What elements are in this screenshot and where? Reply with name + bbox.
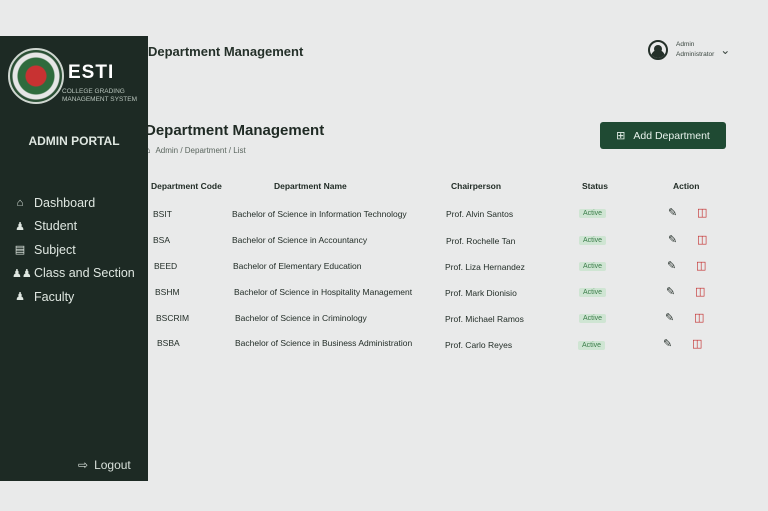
edit-icon[interactable]: ✎ bbox=[665, 311, 674, 324]
trash-icon[interactable]: ◫ bbox=[697, 233, 707, 246]
trash-icon[interactable]: ◫ bbox=[695, 285, 705, 298]
sidebar-item-dashboard[interactable]: ⌂ Dashboard bbox=[12, 191, 148, 215]
screen: ESTI College Grading Management System A… bbox=[0, 0, 768, 511]
header-department-name: Department Name bbox=[274, 181, 347, 191]
cell-chairperson: Prof. Michael Ramos bbox=[445, 314, 524, 324]
brand: ESTI College Grading Management System bbox=[6, 44, 146, 114]
edit-icon[interactable]: ✎ bbox=[666, 285, 675, 298]
cell-chairperson: Prof. Carlo Reyes bbox=[445, 340, 513, 350]
student-icon: ♟ bbox=[15, 220, 25, 233]
status-badge: Active bbox=[579, 288, 607, 297]
home-icon: ⌂ bbox=[16, 196, 24, 209]
status-badge: Active bbox=[578, 341, 606, 350]
sidebar-item-class-and-section[interactable]: ♟♟ Class and Section bbox=[12, 262, 148, 286]
edit-icon[interactable]: ✎ bbox=[667, 259, 676, 272]
sidebar-item-label: Subject bbox=[34, 242, 76, 257]
trash-icon[interactable]: ◫ bbox=[692, 337, 702, 350]
cell-chairperson: Prof. Alvin Santos bbox=[446, 209, 514, 219]
sidebar-item-student[interactable]: ♟ Student bbox=[12, 215, 148, 239]
logout-icon: ⇨ bbox=[78, 458, 89, 472]
edit-icon[interactable]: ✎ bbox=[663, 337, 672, 350]
sidebar-item-label: Class and Section bbox=[34, 266, 135, 281]
cell-code: BEED bbox=[154, 261, 178, 271]
cell-code: BSIT bbox=[153, 209, 172, 219]
portal-label: ADMIN PORTAL bbox=[28, 134, 120, 148]
edit-icon[interactable]: ✎ bbox=[668, 233, 677, 246]
edit-icon[interactable]: ✎ bbox=[668, 206, 677, 219]
avatar bbox=[648, 40, 668, 60]
status-badge: Active bbox=[579, 236, 607, 245]
status-badge: Active bbox=[579, 262, 607, 271]
trash-icon[interactable]: ◫ bbox=[697, 206, 707, 219]
cell-name: Bachelor of Science in Information Techn… bbox=[232, 209, 407, 219]
user-role: Administrator bbox=[676, 51, 715, 58]
add-icon: ⊞ bbox=[616, 130, 626, 142]
trash-icon[interactable]: ◫ bbox=[696, 259, 706, 272]
cell-chairperson: Prof. Rochelle Tan bbox=[446, 236, 516, 246]
brand-title: ESTI bbox=[68, 62, 115, 83]
status-badge: Active bbox=[579, 209, 607, 218]
user-menu[interactable]: Admin Administrator ⌄ bbox=[648, 40, 730, 60]
cell-name: Bachelor of Science in Business Administ… bbox=[235, 338, 413, 348]
breadcrumb: ⌂ Admin / Department / List bbox=[145, 145, 246, 155]
users-icon: ♟♟ bbox=[12, 267, 32, 280]
logout-label: Logout bbox=[94, 458, 131, 472]
add-department-label: Add Department bbox=[633, 129, 710, 142]
header-department-code: Department Code bbox=[151, 181, 222, 191]
sidebar-item-label: Dashboard bbox=[34, 195, 96, 210]
header-action: Action bbox=[673, 181, 700, 191]
header-chairperson: Chairperson bbox=[451, 181, 502, 191]
cell-name: Bachelor of Elementary Education bbox=[233, 261, 362, 271]
topbar-title: Department Management bbox=[148, 44, 304, 59]
sidebar-nav: ⌂ Dashboard ♟ Student ▤ Subject ♟♟ Class… bbox=[12, 191, 148, 309]
cell-chairperson: Prof. Mark Dionisio bbox=[445, 288, 517, 298]
logout-button[interactable]: ⇨ Logout bbox=[78, 458, 131, 472]
breadcrumb-text: Admin / Department / List bbox=[155, 145, 246, 155]
cell-code: BSA bbox=[153, 235, 171, 245]
sidebar-item-faculty[interactable]: ♟ Faculty bbox=[12, 285, 148, 309]
home-icon: ⌂ bbox=[145, 145, 151, 155]
sidebar: ESTI College Grading Management System A… bbox=[0, 36, 148, 481]
user-name: Admin bbox=[676, 41, 695, 48]
sidebar-item-label: Student bbox=[34, 219, 78, 234]
user-info: Admin Administrator bbox=[676, 40, 714, 60]
page-title: Department Management bbox=[145, 122, 325, 139]
add-department-button[interactable]: ⊞ Add Department bbox=[600, 122, 726, 149]
cell-chairperson: Prof. Liza Hernandez bbox=[445, 262, 525, 272]
trash-icon[interactable]: ◫ bbox=[694, 311, 704, 324]
sidebar-item-subject[interactable]: ▤ Subject bbox=[12, 238, 148, 262]
chevron-down-icon: ⌄ bbox=[720, 43, 731, 57]
cell-name: Bachelor of Science in Criminology bbox=[235, 313, 367, 323]
school-logo bbox=[8, 48, 64, 104]
cell-code: BSCRIM bbox=[156, 313, 190, 323]
cell-name: Bachelor of Science in Accountancy bbox=[232, 235, 368, 245]
header-status: Status bbox=[582, 181, 608, 191]
sidebar-item-label: Faculty bbox=[34, 289, 75, 304]
cell-code: BSHM bbox=[155, 287, 180, 297]
brand-subtitle: College Grading Management System bbox=[62, 88, 138, 103]
book-icon: ▤ bbox=[14, 244, 26, 257]
user-icon: ♟ bbox=[15, 291, 25, 304]
cell-code: BSBA bbox=[157, 338, 180, 348]
status-badge: Active bbox=[579, 314, 607, 323]
cell-name: Bachelor of Science in Hospitality Manag… bbox=[234, 287, 413, 297]
